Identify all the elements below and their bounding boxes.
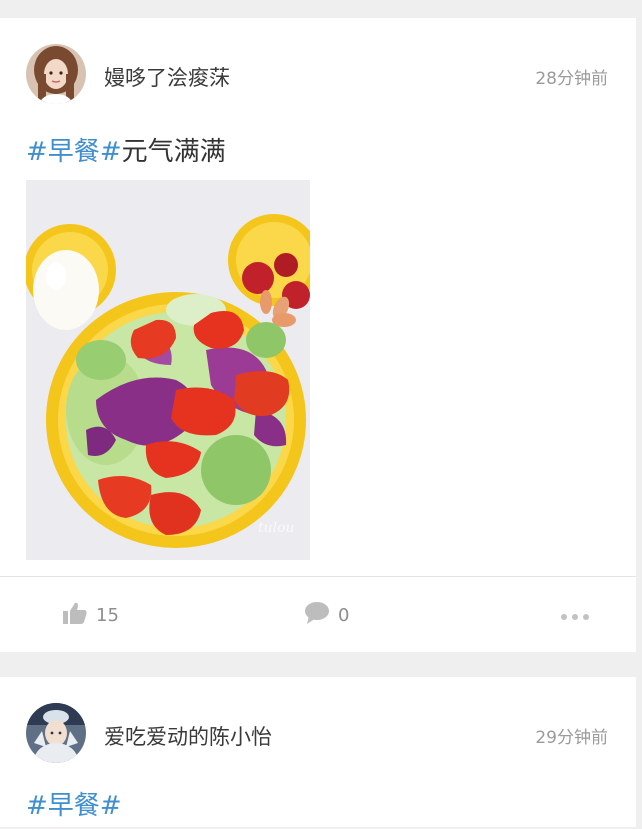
hashtag-open: # xyxy=(26,137,48,167)
post-body: 元气满满 xyxy=(121,137,226,167)
avatar[interactable] xyxy=(26,44,86,104)
thumbs-up-icon xyxy=(62,601,88,629)
avatar[interactable] xyxy=(26,703,86,763)
top-spacer xyxy=(0,0,642,18)
post-text: #早餐#元气满满 xyxy=(26,131,226,168)
more-dots-icon xyxy=(560,606,590,625)
post-header: 嫚哆了浍痠莯 28分钟前 xyxy=(0,18,636,130)
post-card[interactable]: 爱吃爱动的陈小怡 29分钟前 #早餐# xyxy=(0,677,636,827)
username[interactable]: 爱吃爱动的陈小怡 xyxy=(104,721,272,751)
hashtag-link[interactable]: #早餐# xyxy=(26,791,122,821)
post-actions: 15 0 xyxy=(0,576,636,653)
timestamp: 28分钟前 xyxy=(535,69,608,89)
post-header: 爱吃爱动的陈小怡 29分钟前 xyxy=(0,677,636,789)
post-text: #早餐# xyxy=(26,785,122,822)
salad-plate-photo[interactable]: tulou xyxy=(26,180,310,560)
more-button[interactable] xyxy=(560,601,590,629)
hashtag-name: 早餐 xyxy=(47,137,100,167)
edge-divider xyxy=(636,0,642,829)
username[interactable]: 嫚哆了浍痠莯 xyxy=(104,62,230,92)
comment-button[interactable]: 0 xyxy=(304,601,349,629)
hashtag-close: # xyxy=(99,791,122,821)
hashtag-name: 早餐 xyxy=(47,791,100,821)
hashtag-link[interactable]: #早餐# xyxy=(26,137,122,167)
comment-count: 0 xyxy=(338,604,350,626)
like-count: 15 xyxy=(96,604,119,626)
post-card[interactable]: 嫚哆了浍痠莯 28分钟前 #早餐#元气满满 tulou 15 0 xyxy=(0,18,636,652)
hashtag-close: # xyxy=(99,137,122,167)
speech-bubble-icon xyxy=(304,601,330,629)
like-button[interactable]: 15 xyxy=(62,601,119,629)
timestamp: 29分钟前 xyxy=(535,728,608,748)
svg-text:tulou: tulou xyxy=(258,520,295,536)
feed: 嫚哆了浍痠莯 28分钟前 #早餐#元气满满 tulou 15 0 爱吃爱动的陈小… xyxy=(0,0,642,829)
hashtag-open: # xyxy=(26,791,48,821)
